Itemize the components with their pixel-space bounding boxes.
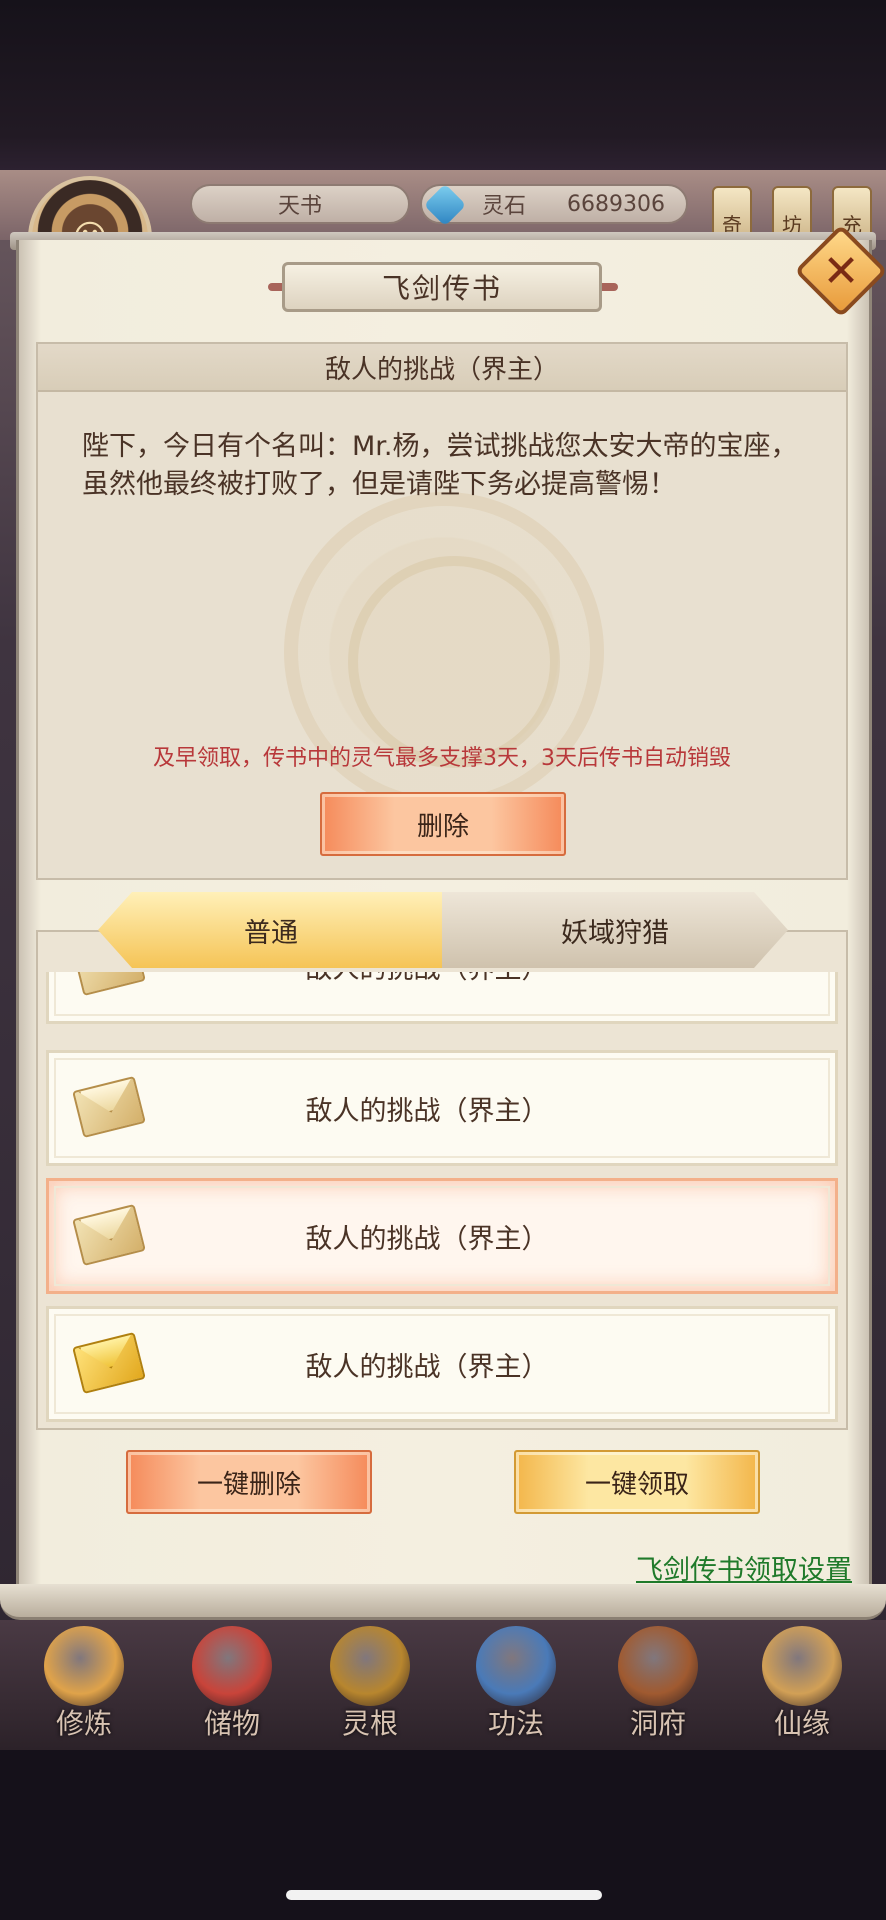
letter-body: 陛下，今日有个名叫：Mr.杨，尝试挑战您太安大帝的宝座，虽然他最终被打败了，但是… [82,431,798,500]
bag-icon [192,1626,272,1706]
nav-spirit-root[interactable]: 灵根 [296,1620,444,1750]
nav-label: 修炼 [55,1707,112,1740]
tab-normal[interactable]: 普通 [98,892,444,968]
bottom-navigation: 修炼 储物 灵根 功法 洞府 仙缘 [0,1620,886,1750]
list-item-label: 敌人的挑战（界主） [305,1351,549,1383]
nav-label: 洞府 [629,1707,686,1740]
list-item-label: 敌人的挑战（界主） [49,972,835,1021]
list-item[interactable]: 敌人的挑战（界主） [46,972,838,1024]
list-item[interactable]: 敌人的挑战（界主） [46,1306,838,1422]
scroll-bottom-rod [0,1584,886,1620]
home-indicator[interactable] [286,1890,602,1900]
list-item[interactable]: 敌人的挑战（界主） [46,1050,838,1166]
nav-label: 仙缘 [773,1707,830,1740]
nav-label: 储物 [203,1707,260,1740]
nav-cave[interactable]: 洞府 [584,1620,732,1750]
letter-subject: 敌人的挑战（界主） [38,344,846,392]
claim-settings-link[interactable]: 飞剑传书领取设置 [612,1548,852,1587]
gourd-icon [762,1626,842,1706]
nav-cultivate[interactable]: 修炼 [10,1620,158,1750]
tianshu-button[interactable]: 天书 [190,184,410,224]
tab-demon-hunt[interactable]: 妖域狩猎 [442,892,788,968]
close-icon[interactable]: ✕ [808,238,874,304]
list-item-selected[interactable]: 敌人的挑战（界主） [46,1178,838,1294]
spirit-root-icon [330,1626,410,1706]
cave-house-icon [618,1626,698,1706]
nav-fate[interactable]: 仙缘 [728,1620,876,1750]
list-item-label: 敌人的挑战（界主） [305,1223,549,1255]
list-item-label: 敌人的挑战（界主） [305,1095,549,1127]
delete-button[interactable]: 删除 [320,792,566,856]
scroll-book-icon [476,1626,556,1706]
delete-all-button[interactable]: 一键删除 [126,1450,372,1514]
mail-list[interactable]: 敌人的挑战（界主） 敌人的挑战（界主） 敌人的挑战（界主） 敌人的挑战（界主） [44,972,844,1428]
status-bar-area [0,0,886,170]
spirit-stone-counter: 灵石 6689306 [420,183,688,227]
nav-label: 灵根 [341,1707,398,1740]
tianshu-label: 天书 [277,194,322,219]
nav-storage[interactable]: 储物 [158,1620,306,1750]
cultivator-icon [44,1626,124,1706]
nav-techniques[interactable]: 功法 [442,1620,590,1750]
spirit-stone-value: 6689306 [567,192,665,217]
nav-label: 功法 [487,1707,544,1740]
claim-all-button[interactable]: 一键领取 [514,1450,760,1514]
spirit-stone-label: 灵石 [482,194,527,219]
dialog-title: 飞剑传书 [282,262,602,312]
spirit-stone-icon [423,183,467,227]
expiry-warning: 及早领取，传书中的灵气最多支撑3天，3天后传书自动销毁 [153,746,731,771]
